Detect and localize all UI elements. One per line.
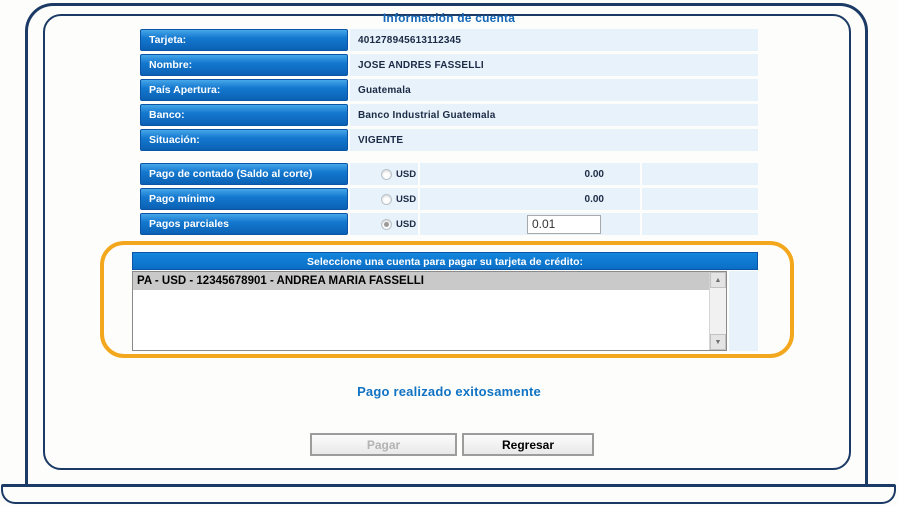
table-row: País Apertura: Guatemala [140,79,758,101]
table-row: Situación: VIGENTE [140,129,758,151]
partial-payment-amount-input[interactable] [527,215,601,234]
currency-label: USD [396,194,416,205]
table-row: Banco: Banco Industrial Guatemala [140,104,758,126]
account-info-table: Tarjeta: 401278945613112345 Nombre: JOSE… [140,29,758,154]
account-option-selected[interactable]: PA - USD - 12345678901 - ANDREA MARIA FA… [133,272,709,290]
row-label-nombre: Nombre: [140,54,348,76]
currency-label: USD [396,219,416,230]
payment-row-parciales: Pagos parciales USD [140,213,758,235]
radio-pagos-parciales[interactable] [381,219,392,230]
amount-pago-minimo: 0.00 [420,188,640,210]
currency-label: USD [396,169,416,180]
listbox-scrollbar[interactable]: ▲ ▼ [709,272,726,350]
row-label-pais-apertura: País Apertura: [140,79,348,101]
scroll-up-icon[interactable]: ▲ [710,272,726,288]
card-holder-value: JOSE ANDRES FASSELLI [350,54,758,76]
empty-cell [642,213,758,235]
payment-options-table: Pago de contado (Saldo al corte) USD 0.0… [140,163,758,238]
radio-pago-contado[interactable] [381,169,392,180]
table-row: Tarjeta: 401278945613112345 [140,29,758,51]
payment-success-message: Pago realizado exitosamente [140,384,758,399]
payment-row-contado: Pago de contado (Saldo al corte) USD 0.0… [140,163,758,185]
amount-pago-contado: 0.00 [420,163,640,185]
radio-pago-minimo[interactable] [381,194,392,205]
bank-value: Banco Industrial Guatemala [350,104,758,126]
row-label-pago-minimo: Pago mínimo [140,188,348,210]
empty-cell [642,188,758,210]
table-row: Nombre: JOSE ANDRES FASSELLI [140,54,758,76]
account-listbox[interactable]: PA - USD - 12345678901 - ANDREA MARIA FA… [132,271,727,351]
payment-row-minimo: Pago mínimo USD 0.00 [140,188,758,210]
pagar-button[interactable]: Pagar [310,433,457,456]
status-value: VIGENTE [350,129,758,151]
scroll-down-icon[interactable]: ▼ [710,334,726,350]
row-label-pago-contado: Pago de contado (Saldo al corte) [140,163,348,185]
empty-cell [642,163,758,185]
row-label-tarjeta: Tarjeta: [140,29,348,51]
row-label-situacion: Situación: [140,129,348,151]
row-label-pagos-parciales: Pagos parciales [140,213,348,235]
listbox-right-spacer [729,271,758,351]
page: Información de cuenta Tarjeta: 401278945… [0,0,898,506]
laptop-base [1,484,896,504]
row-label-banco: Banco: [140,104,348,126]
card-number-value: 401278945613112345 [350,29,758,51]
page-title: Información de cuenta [140,11,758,25]
account-selector-header: Seleccione una cuenta para pagar su tarj… [132,252,758,270]
country-value: Guatemala [350,79,758,101]
regresar-button[interactable]: Regresar [462,433,594,456]
